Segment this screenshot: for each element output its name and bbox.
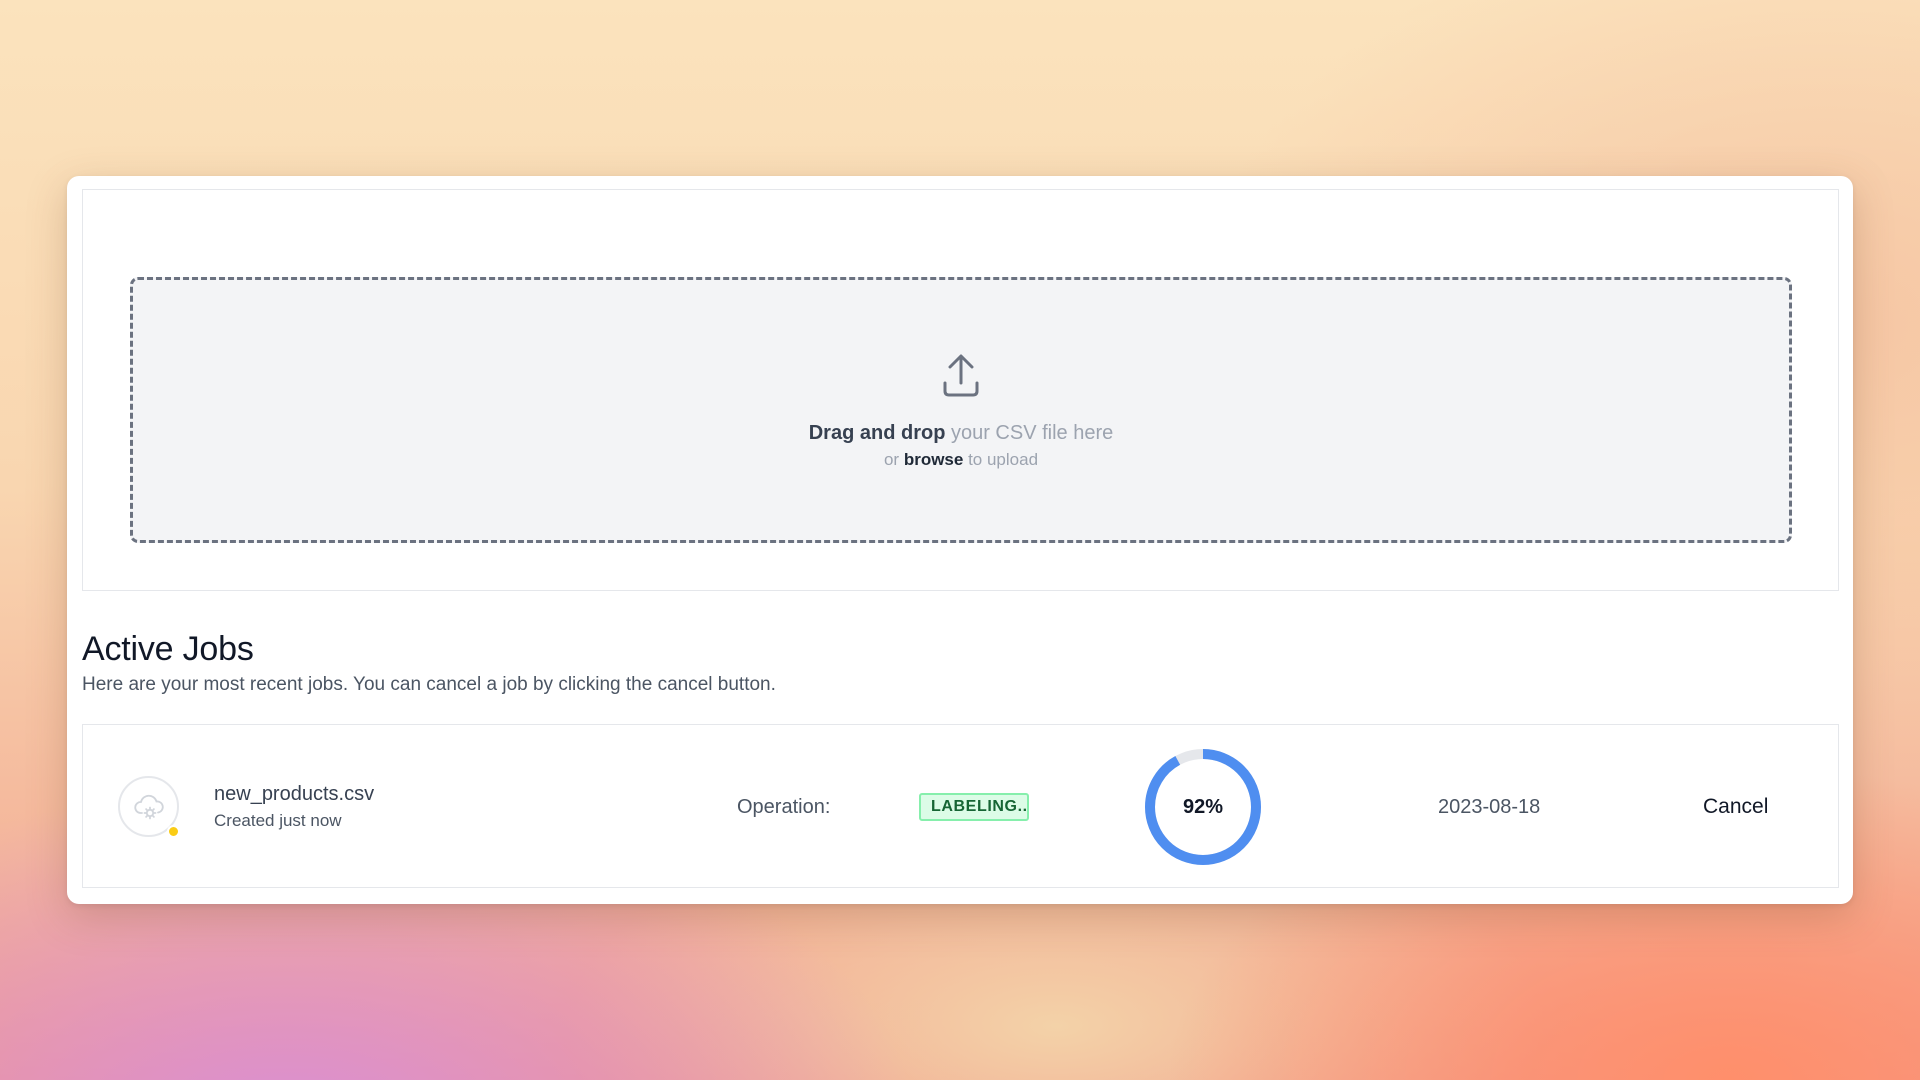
progress-percent: 92% [1182,795,1224,818]
job-date: 2023-08-18 [1438,796,1541,818]
csv-file-here-text: your CSV file here [945,422,1114,444]
job-avatar [118,776,180,838]
dropzone-browse-line: or browse to upload [884,449,1038,471]
dropzone-instructions: Drag and drop your CSV file here [809,421,1114,445]
or-text: or [883,450,904,469]
active-jobs-title: Active Jobs [82,630,254,668]
drag-and-drop-text: Drag and drop [808,422,946,444]
progress-ring: 92% [1144,748,1262,866]
operation-status-badge: LABELING... [919,793,1029,821]
app-window: Drag and drop your CSV file here or brow… [67,176,1853,904]
status-dot [167,825,180,838]
to-upload-text: to upload [963,450,1039,469]
upload-panel: Drag and drop your CSV file here or brow… [82,189,1839,591]
job-file-name: new_products.csv [214,783,375,805]
operation-label: Operation: [737,796,831,818]
job-created-time: Created just now [214,811,342,830]
browse-link[interactable]: browse [904,450,964,469]
job-row: new_products.csv Created just now Operat… [82,724,1839,888]
cloud-gear-icon [133,794,164,819]
upload-icon [943,354,979,397]
active-jobs-description: Here are your most recent jobs. You can … [82,674,776,695]
csv-dropzone[interactable]: Drag and drop your CSV file here or brow… [130,277,1792,543]
cancel-button[interactable]: Cancel [1703,795,1768,819]
